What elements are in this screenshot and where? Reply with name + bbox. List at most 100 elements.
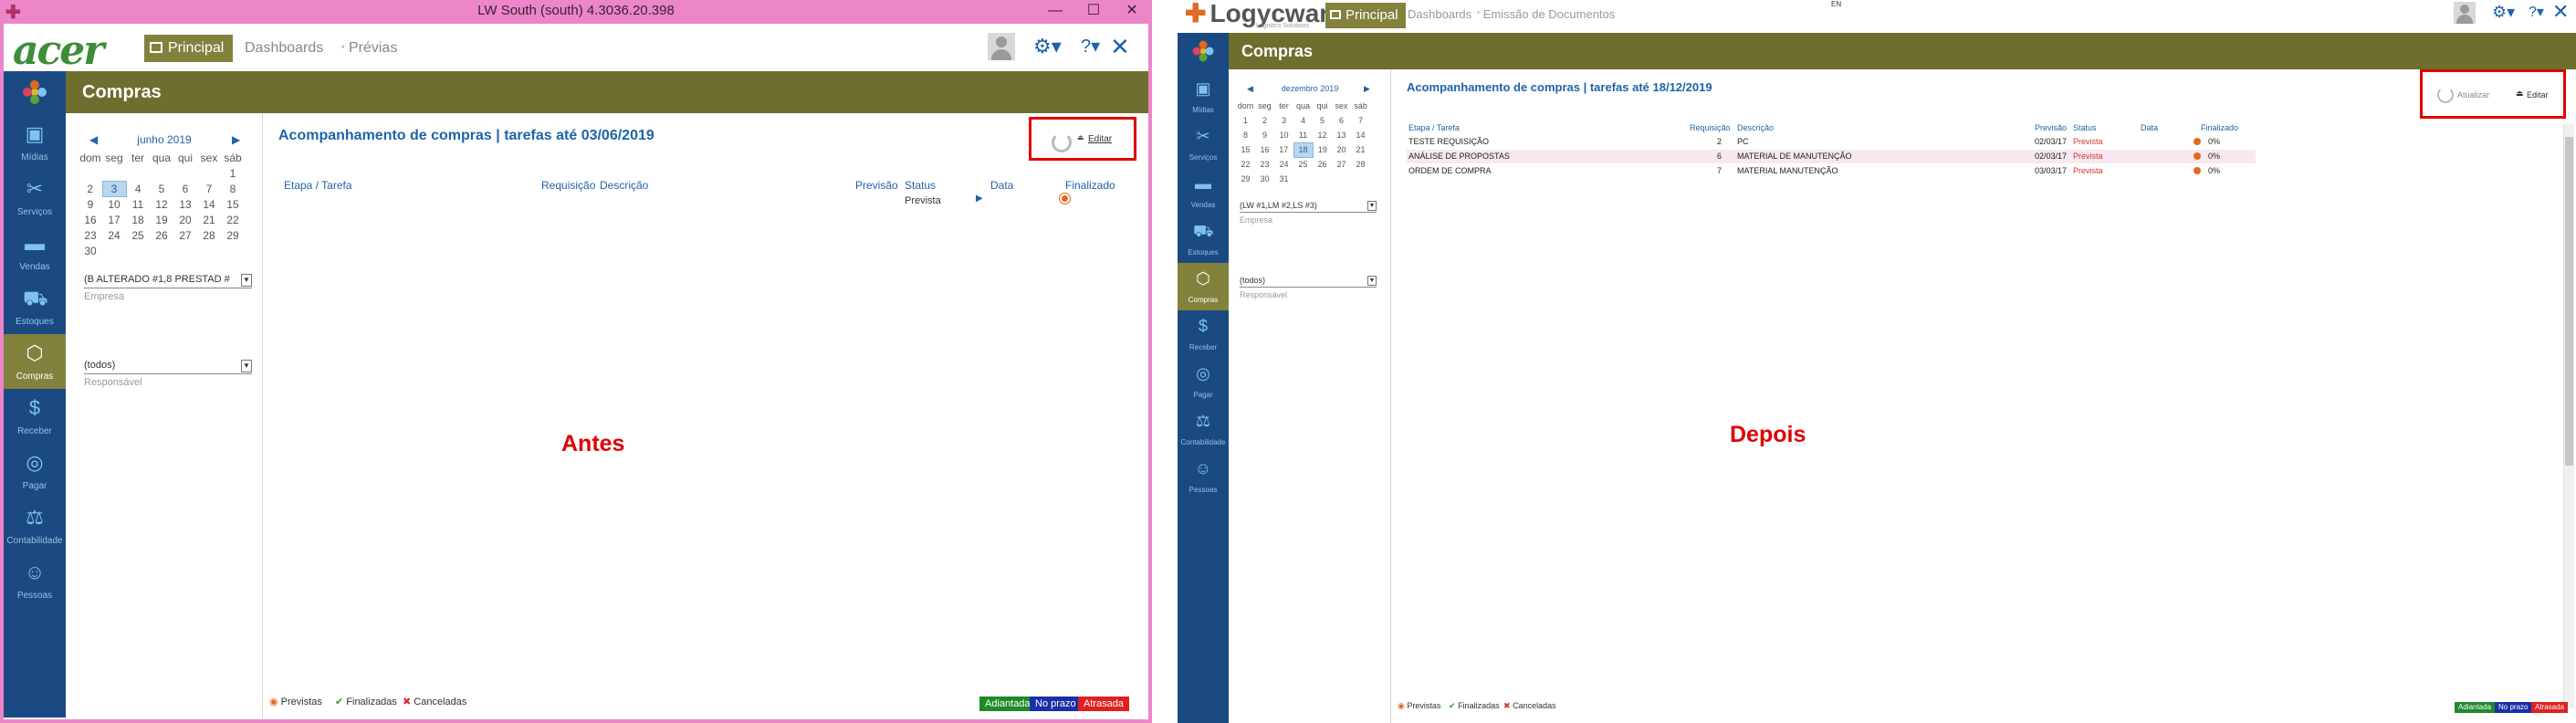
col-finalizado[interactable]: Finalizado	[2201, 123, 2238, 132]
calendar-day[interactable]: 3	[101, 180, 127, 197]
sidebar-item-estoques[interactable]: ⛟ Estoques	[1178, 215, 1229, 263]
sidebar-item-compras[interactable]: ⬡ Compras	[1178, 263, 1229, 310]
calendar-day[interactable]: 10	[102, 196, 126, 212]
calendar-day[interactable]: 25	[126, 227, 150, 243]
sidebar-item-servicos[interactable]: ✂ Serviços	[4, 170, 66, 225]
tab-principal[interactable]: Principal	[1325, 3, 1406, 28]
sidebar-item-servicos[interactable]: ✂ Serviços	[1178, 120, 1229, 168]
sidebar-item-contabilidade[interactable]: ⚖ Contabilidade	[1178, 405, 1229, 453]
sidebar-item-estoques[interactable]: ⛟ Estoques	[4, 279, 66, 334]
calendar-day[interactable]: 9	[79, 196, 102, 212]
calendar-day[interactable]: 30	[79, 243, 102, 258]
calendar-day[interactable]: 24	[1274, 157, 1293, 172]
calendar-day[interactable]: 19	[150, 212, 173, 227]
calendar-day[interactable]: 21	[1351, 142, 1370, 157]
sidebar-item-midias[interactable]: ▣ Mídias	[1178, 73, 1229, 120]
col-descricao[interactable]: Descrição	[1737, 123, 1774, 132]
calendar-day[interactable]: 2	[79, 181, 102, 196]
calendar-day[interactable]: 19	[1313, 142, 1332, 157]
calendar-day[interactable]: 17	[1274, 142, 1293, 157]
calendar-day[interactable]: 31	[1274, 172, 1293, 186]
col-data[interactable]: Data	[2141, 123, 2158, 132]
table-row[interactable]: ORDEM DE COMPRA 7 MATERIAL MANUTENÇÃO 03…	[1407, 164, 2256, 178]
sidebar-item-vendas[interactable]: ▬ Vendas	[4, 225, 66, 279]
calendar-day[interactable]: 15	[221, 196, 245, 212]
calendar-day[interactable]: 4	[126, 181, 150, 196]
next-month-button[interactable]: ▶	[1364, 84, 1370, 94]
calendar-day[interactable]: 20	[1332, 142, 1351, 157]
calendar-day[interactable]: 1	[221, 165, 245, 181]
col-requisicao[interactable]: Requisição	[541, 179, 595, 192]
edit-button[interactable]: Editar	[2527, 90, 2549, 100]
maximize-button[interactable]: ☐	[1075, 0, 1112, 24]
calendar-day[interactable]: 21	[197, 212, 221, 227]
avatar[interactable]	[2454, 2, 2476, 24]
calendar-day[interactable]: 23	[79, 227, 102, 243]
sidebar-item-pessoas[interactable]: ☺ Pessoas	[4, 553, 66, 608]
col-requisicao[interactable]: Requisição	[1690, 123, 1731, 132]
calendar-grid[interactable]: dom seg ter qua qui sex sáb 1 2 3 4 5 6 7 8 9 10 11 12 13 14…	[1236, 99, 1370, 186]
calendar-day[interactable]: 11	[126, 196, 150, 212]
calendar-day[interactable]: 5	[150, 181, 173, 196]
calendar-day[interactable]: 13	[173, 196, 197, 212]
sidebar-item-receber[interactable]: $ Receber	[1178, 310, 1229, 358]
calendar-day[interactable]: 22	[221, 212, 245, 227]
vertical-scrollbar[interactable]	[2563, 124, 2574, 708]
table-row[interactable]: TESTE REQUISIÇÃO 2 PC 02/03/17 Prevista …	[1407, 135, 2256, 149]
calendar-day[interactable]: 26	[150, 227, 173, 243]
minimize-button[interactable]: —	[1037, 0, 1073, 24]
tab-dashboards[interactable]: Dashboards	[1408, 5, 1471, 24]
calendar-day[interactable]: 12	[1313, 128, 1332, 142]
col-etapa[interactable]: Etapa / Tarefa	[1408, 123, 1460, 132]
calendar-day[interactable]: 15	[1236, 142, 1255, 157]
calendar-day[interactable]: 27	[173, 227, 197, 243]
close-icon[interactable]: ✕	[1110, 33, 1130, 61]
calendar-day[interactable]: 9	[1255, 128, 1274, 142]
refresh-button[interactable]: Atualizar	[2457, 90, 2489, 100]
sidebar-item-compras[interactable]: ⬡ Compras	[4, 334, 66, 389]
edit-button[interactable]: Editar	[1088, 134, 1112, 144]
responsavel-select[interactable]: (todos) ▼	[1240, 276, 1377, 288]
col-data[interactable]: Data	[990, 179, 1013, 192]
calendar-day[interactable]: 16	[79, 212, 102, 227]
help-icon[interactable]: ?▾	[1081, 35, 1100, 58]
calendar-day[interactable]: 1	[1236, 113, 1255, 128]
calendar-day[interactable]: 11	[1293, 128, 1313, 142]
gear-icon[interactable]: ⚙▾	[1033, 35, 1062, 58]
calendar-day[interactable]: 14	[1351, 128, 1370, 142]
calendar-day[interactable]: 13	[1332, 128, 1351, 142]
close-window-button[interactable]: ✕	[1114, 0, 1150, 24]
next-month-button[interactable]: ▶	[232, 133, 240, 146]
calendar-day[interactable]: 6	[1332, 113, 1351, 128]
tab-dashboards[interactable]: Dashboards	[245, 35, 323, 62]
close-icon[interactable]: ✕	[2552, 0, 2569, 24]
calendar-day[interactable]: 18	[126, 212, 150, 227]
tab-principal[interactable]: Principal	[144, 35, 234, 62]
avatar[interactable]	[988, 33, 1015, 60]
calendar-day[interactable]: 10	[1274, 128, 1293, 142]
sidebar-item-midias[interactable]: ▣ Mídias	[4, 115, 66, 170]
col-descricao[interactable]: Descrição	[600, 179, 648, 192]
table-row[interactable]: ANÁLISE DE PROPOSTAS 6 MATERIAL DE MANUT…	[1407, 150, 2256, 163]
empresa-select[interactable]: (B ALTERADO #1,8 PRESTAD # ▼	[84, 274, 252, 288]
sidebar-item-pagar[interactable]: ◎ Pagar	[4, 444, 66, 498]
chevron-down-icon[interactable]: ▼	[241, 274, 252, 287]
calendar-day[interactable]: 20	[173, 212, 197, 227]
sidebar-item-receber[interactable]: $ Receber	[4, 389, 66, 444]
chevron-down-icon[interactable]: ▼	[1367, 201, 1377, 211]
calendar-day[interactable]: 5	[1313, 113, 1332, 128]
scrollbar-thumb[interactable]	[2565, 137, 2573, 466]
calendar-day[interactable]: 24	[102, 227, 126, 243]
calendar-day[interactable]: 14	[197, 196, 221, 212]
col-status[interactable]: Status	[2073, 123, 2097, 132]
sidebar-item-vendas[interactable]: ▬ Vendas	[1178, 168, 1229, 215]
col-etapa[interactable]: Etapa / Tarefa	[284, 179, 352, 192]
chevron-down-icon[interactable]: ▼	[241, 360, 252, 372]
sidebar-item-pessoas[interactable]: ☺ Pessoas	[1178, 453, 1229, 500]
calendar-day[interactable]: 7	[197, 181, 221, 196]
calendar-day[interactable]: 8	[221, 181, 245, 196]
chevron-down-icon[interactable]: ▼	[1367, 276, 1377, 286]
sidebar-item-pagar[interactable]: ◎ Pagar	[1178, 358, 1229, 405]
empresa-select[interactable]: (LW #1,LM #2,LS #3) ▼	[1240, 201, 1377, 213]
calendar-day[interactable]: 26	[1313, 157, 1332, 172]
